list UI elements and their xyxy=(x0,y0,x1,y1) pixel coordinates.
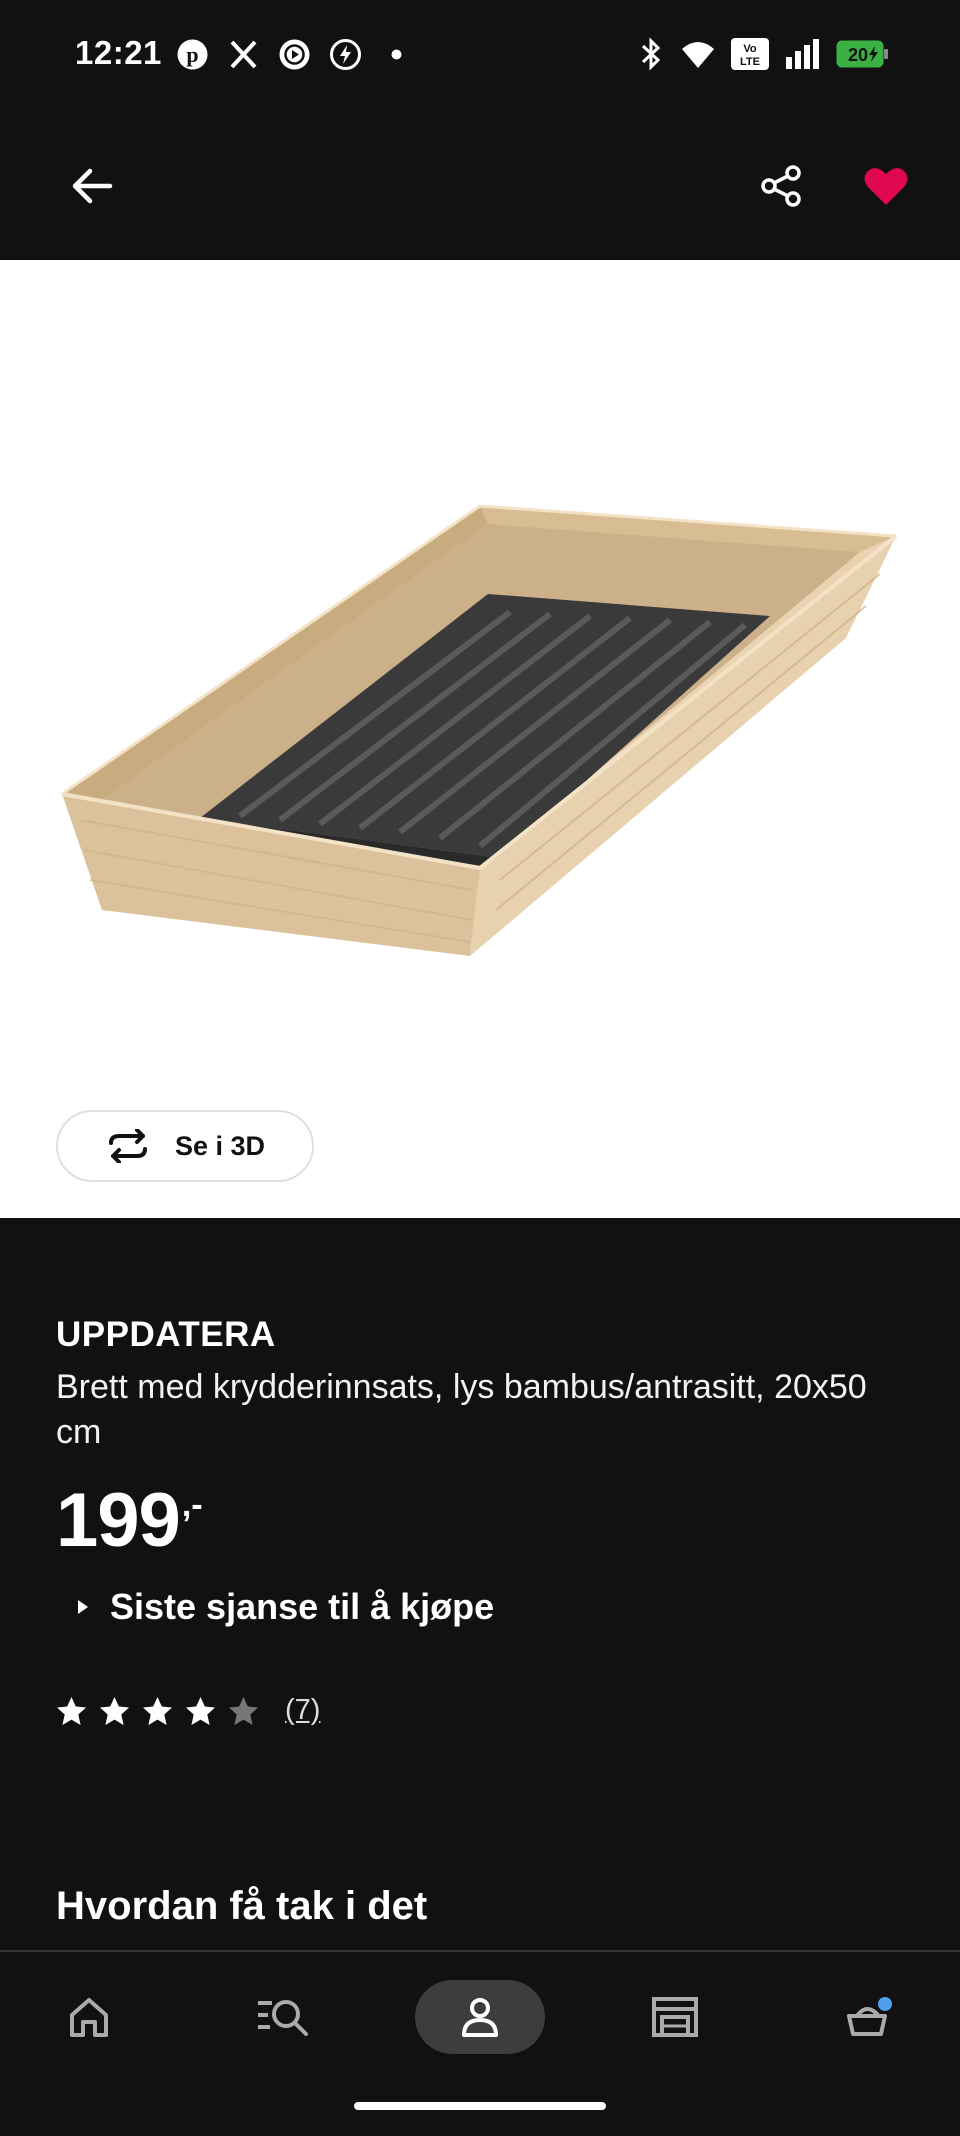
share-button[interactable] xyxy=(750,154,814,218)
status-time: 12:21 xyxy=(75,34,162,71)
availability-section-title: Hvordan få tak i det xyxy=(56,1884,428,1928)
product-name: UPPDATERA xyxy=(56,1315,276,1354)
rating-stars xyxy=(56,1696,259,1726)
share-icon xyxy=(761,165,801,207)
product-image-area: Se i 3D xyxy=(0,260,960,1218)
svg-text:p: p xyxy=(186,42,198,67)
home-icon xyxy=(70,1998,108,2037)
battery-icon: 20 xyxy=(836,40,890,73)
bottom-navigation xyxy=(0,1950,960,2136)
price-suffix: ,- xyxy=(181,1486,203,1524)
triangle-right-icon xyxy=(78,1600,88,1614)
product-image[interactable] xyxy=(40,470,920,1010)
svg-text:Vo: Vo xyxy=(743,43,757,55)
view-3d-button[interactable]: Se i 3D xyxy=(56,1110,314,1182)
heart-icon xyxy=(864,168,908,205)
status-bar: 12:21 p Vo LTE 20 xyxy=(0,0,960,110)
rating-count[interactable]: (7) xyxy=(285,1694,320,1727)
search-icon xyxy=(258,2000,308,2036)
svg-text:20: 20 xyxy=(848,45,868,65)
profile-icon xyxy=(462,1998,498,2037)
product-rating[interactable]: (7) xyxy=(56,1694,320,1727)
svg-text:LTE: LTE xyxy=(740,56,760,68)
status-system-icons: Vo LTE 20 xyxy=(636,36,890,77)
favorite-button[interactable] xyxy=(854,154,918,218)
product-description: Brett med krydderinnsats, lys bambus/ant… xyxy=(56,1368,867,1451)
star-filled-icon xyxy=(57,1696,86,1725)
bluetooth-icon xyxy=(636,36,666,77)
top-app-bar xyxy=(0,110,960,260)
store-icon xyxy=(652,1997,698,2037)
pinterest-icon: p xyxy=(176,38,209,71)
star-filled-icon xyxy=(143,1696,172,1725)
dot-icon xyxy=(380,38,413,71)
product-price: 199 ,- xyxy=(56,1480,203,1562)
last-chance-label: Siste sjanse til å kjøpe xyxy=(110,1586,495,1627)
signal-icon xyxy=(784,39,822,74)
star-empty-icon xyxy=(229,1696,258,1725)
nav-search[interactable] xyxy=(219,1980,349,2054)
play-icon xyxy=(278,38,311,71)
rotate-3d-icon xyxy=(108,1129,147,1163)
price-amount: 199 xyxy=(56,1478,181,1563)
lightning-icon xyxy=(329,38,362,71)
product-info: UPPDATERA Brett med krydderinnsats, lys … xyxy=(56,1315,916,1455)
nav-cart[interactable] xyxy=(806,1980,936,2054)
x-icon xyxy=(227,38,260,71)
home-indicator[interactable] xyxy=(354,2102,606,2110)
last-chance-notice[interactable]: Siste sjanse til å kjøpe xyxy=(76,1586,494,1628)
back-button[interactable] xyxy=(60,154,124,218)
nav-profile[interactable] xyxy=(415,1980,545,2054)
view-3d-label: Se i 3D xyxy=(174,1130,266,1161)
cart-icon xyxy=(847,1997,892,2036)
arrow-left-icon xyxy=(72,168,113,204)
wifi-icon xyxy=(680,38,716,75)
nav-home[interactable] xyxy=(24,1980,154,2054)
nav-stores[interactable] xyxy=(610,1980,740,2054)
status-notification-icons: p xyxy=(176,38,413,71)
star-filled-icon xyxy=(186,1696,215,1725)
volte-icon: Vo LTE xyxy=(730,37,770,76)
star-filled-icon xyxy=(100,1696,129,1725)
